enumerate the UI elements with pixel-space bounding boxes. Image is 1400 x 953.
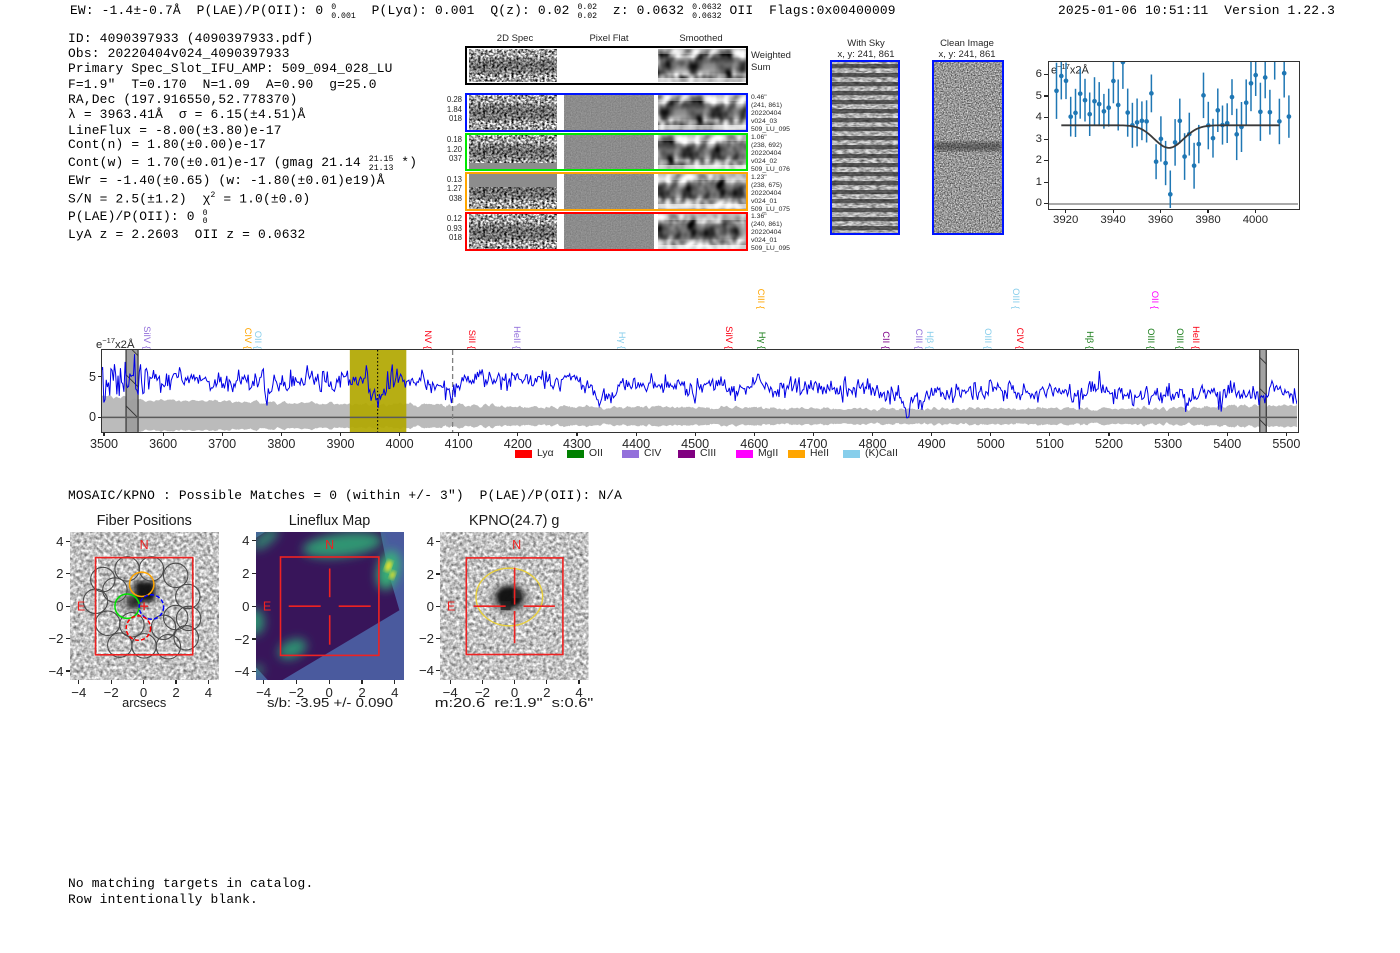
svg-text:E: E xyxy=(447,600,455,614)
svg-text:E: E xyxy=(76,600,84,614)
svg-text:E: E xyxy=(262,600,270,614)
svg-text:N: N xyxy=(325,538,334,552)
svg-text:N: N xyxy=(512,538,521,552)
svg-text:N: N xyxy=(139,538,148,552)
